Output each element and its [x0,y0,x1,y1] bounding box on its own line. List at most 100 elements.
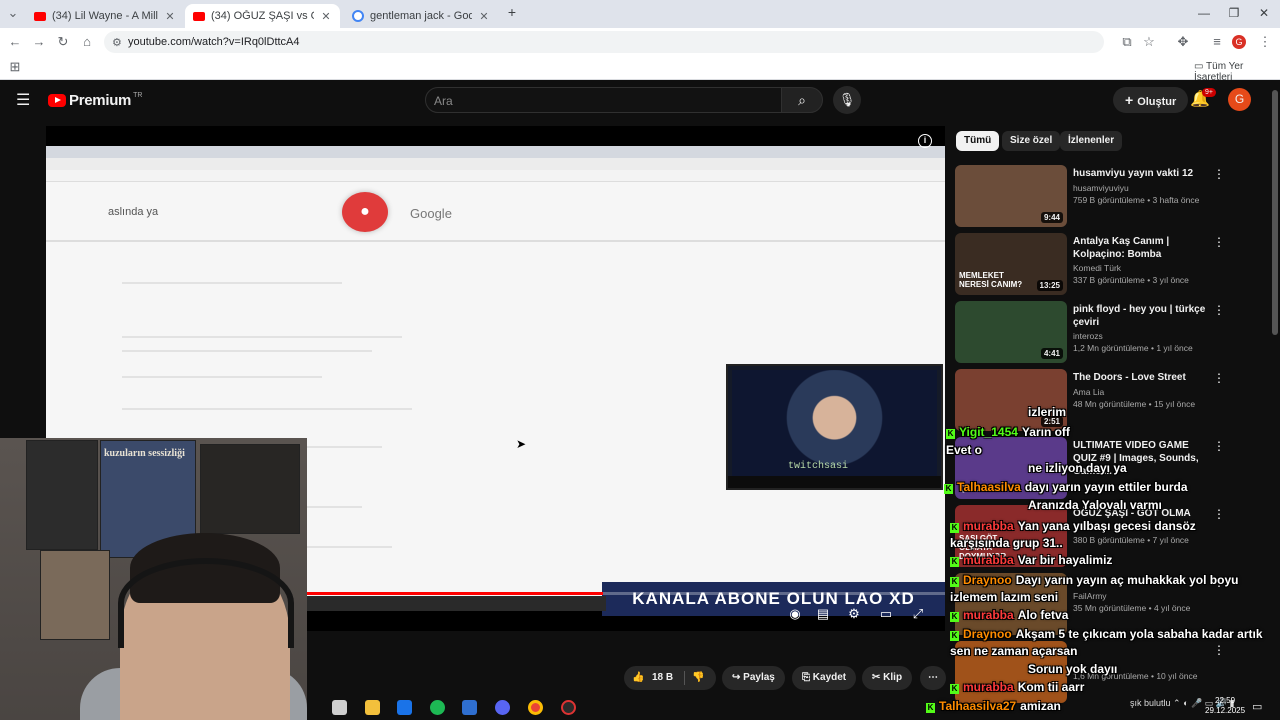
share-button[interactable]: ↪ Paylaş [722,666,785,690]
channel-name[interactable]: interozs [1073,331,1103,341]
video-title[interactable]: The Doors - Love Street [1073,371,1211,384]
browser-tab-3[interactable]: gentleman jack - Google'da Ara ✕ [344,4,498,28]
taskbar-app-icon[interactable] [462,700,477,715]
browser-tab-1[interactable]: (34) Lil Wayne - A Milli - YouTub ✕ [26,4,184,28]
video-title[interactable]: ULTIMATE VIDEO GAME QUIZ #9 | Images, So… [1073,439,1211,478]
search-icon: ⌕ [798,92,806,108]
video-menu-icon[interactable]: ⋮ [1213,303,1225,317]
recommended-video-card[interactable]: 9:44 husamviyu yayın vakti 12 husamviyuviy… [955,165,1275,227]
close-icon[interactable]: ✕ [320,10,332,23]
taskbar-chrome-icon[interactable] [528,700,543,715]
upload-age: 10 yıl önce [1156,671,1198,681]
close-window-button[interactable]: ✕ [1254,6,1274,20]
create-button[interactable]: + Oluştur [1113,87,1189,113]
close-icon[interactable]: ✕ [478,10,490,23]
video-meta: 1,2 Mn görüntüleme • 1 yıl önce [1073,343,1193,353]
video-menu-icon[interactable]: ⋮ [1213,507,1225,521]
scrollbar[interactable] [1272,90,1278,335]
menu-icon[interactable]: ⋮ [1256,34,1274,50]
recommended-video-card[interactable]: MEMLEKET NERESİ CANIM? 13:25 Antalya Kaş C… [955,233,1275,295]
chip-for-you[interactable]: Size özel [1002,131,1061,151]
video-menu-icon[interactable]: ⋮ [1213,235,1225,249]
more-actions-button[interactable]: ⋯ [920,666,946,690]
clip-button[interactable]: ✂ Klip [862,666,913,690]
account-avatar[interactable]: G [1228,88,1251,111]
video-menu-icon[interactable]: ⋮ [1213,167,1225,181]
home-icon[interactable]: ⌂ [78,34,96,49]
recommended-video-card[interactable]: 1,6 Mn görüntüleme • 10 yıl önce ⋮ [955,641,1275,703]
back-icon[interactable]: ← [6,34,24,49]
forward-icon[interactable]: → [30,34,48,49]
video-menu-icon[interactable]: ⋮ [1213,439,1225,453]
search-input[interactable]: Ara [425,87,782,113]
video-thumbnail[interactable]: MEMLEKET NERESİ CANIM? 13:25 [955,233,1067,295]
dislike-icon[interactable]: 👎 [692,666,704,690]
video-thumbnail[interactable]: 4:41 [955,301,1067,363]
taskbar-calculator-icon[interactable] [332,700,347,715]
channel-name[interactable]: FailArmy [1073,591,1107,601]
chip-watched[interactable]: İzlenenler [1060,131,1123,151]
minimize-button[interactable]: — [1194,6,1214,20]
youtube-logo[interactable]: Premium TR [48,92,142,109]
like-icon[interactable]: 👍 [632,666,644,690]
video-menu-icon[interactable]: ⋮ [1213,575,1225,589]
taskbar-folder-icon[interactable] [365,700,380,715]
address-bar[interactable]: ⚙ youtube.com/watch?v=IRq0lDttcA4 [104,31,1104,53]
channel-name[interactable]: husamviyuviyu [1073,183,1129,193]
video-thumbnail[interactable] [955,573,1067,635]
reading-list-icon[interactable]: ≡ [1208,34,1226,49]
video-title[interactable]: pink floyd - hey you | türkçe çeviri [1073,303,1211,329]
video-thumbnail[interactable]: 9:44 [955,165,1067,227]
video-title[interactable]: Antalya Kaş Canım | Kolpaçino: Bomba [1073,235,1211,261]
video-thumbnail[interactable]: QUIZ [955,437,1067,499]
taskbar-discord-icon[interactable] [495,700,510,715]
fullscreen-icon[interactable]: ⤢ [908,606,928,622]
extensions-icon[interactable]: ✥ [1174,34,1192,50]
video-menu-icon[interactable]: ⋮ [1213,371,1225,385]
taskbar-outlook-icon[interactable] [397,700,412,715]
video-title[interactable]: OĞUZ ŞAŞI - GOT OLMA [1073,507,1211,520]
channel-name[interactable]: Komedi Türk [1073,263,1121,273]
new-tab-button[interactable]: + [502,4,522,20]
video-title[interactable]: husamviyu yayın vakti 12 [1073,167,1211,180]
youtube-header: ☰ Premium TR Ara ⌕ 🎙 + Oluştur 🔔 9+ G [0,80,1280,120]
notification-center-icon[interactable]: ▭ [1252,700,1262,713]
channel-name[interactable]: Ama Lia [1073,387,1104,397]
theater-mode-icon[interactable]: ▭ [876,606,896,622]
profile-avatar[interactable]: G [1232,35,1246,49]
video-menu-icon[interactable]: ⋮ [1213,643,1225,657]
view-count: 48 Mn görüntüleme [1073,399,1147,409]
blurred-text [122,350,372,352]
recommended-video-card[interactable]: FailArmy 35 Mn görüntüleme • 4 yıl önce ⋮ [955,573,1275,635]
reload-icon[interactable]: ↻ [54,34,72,50]
save-button[interactable]: ⎘ Kaydet [792,666,857,690]
video-thumbnail[interactable] [955,641,1067,703]
apps-grid-icon[interactable]: ⊞ [6,59,24,75]
recommended-video-card[interactable]: 2:51 The Doors - Love Street Ama Lia 48 Mn … [955,369,1275,431]
subtitles-icon[interactable]: ▤ [813,606,833,622]
settings-gear-icon[interactable]: ⚙ [844,606,864,622]
recommended-video-card[interactable]: ŞAŞI GÖT OLMAYA DOYMUYOR OĞUZ ŞAŞI - GOT … [955,505,1275,567]
close-icon[interactable]: ✕ [164,10,176,23]
autoplay-toggle-icon[interactable]: ◉ [785,606,805,622]
like-count[interactable]: 18 B [652,666,673,690]
taskbar-spotify-icon[interactable] [430,700,445,715]
taskbar-app2-icon[interactable] [561,700,576,715]
tab-search-icon[interactable]: ⌄ [4,5,22,21]
bookmark-star-icon[interactable]: ☆ [1140,34,1158,50]
recommended-video-card[interactable]: 4:41 pink floyd - hey you | türkçe çeviri… [955,301,1275,363]
video-thumbnail[interactable]: 2:51 [955,369,1067,431]
chip-all[interactable]: Tümü [956,131,1000,151]
info-icon[interactable]: i [918,134,932,148]
system-clock[interactable]: 22:59 29.12.2025 [1205,696,1245,716]
site-info-icon[interactable]: ⚙ [112,36,122,49]
video-thumbnail[interactable]: ŞAŞI GÖT OLMAYA DOYMUYOR [955,505,1067,567]
hamburger-menu-icon[interactable]: ☰ [16,90,30,110]
recommended-video-card[interactable]: QUIZ ULTIMATE VIDEO GAME QUIZ #9 | Images… [955,437,1275,499]
maximize-button[interactable]: ❐ [1224,6,1244,20]
kick-badge-icon: K [944,484,953,494]
install-icon[interactable]: ⧉ [1118,34,1136,50]
search-button[interactable]: ⌕ [781,87,823,113]
browser-tab-2[interactable]: (34) OĞUZ ŞAŞI vs GOOGL... ✕ [185,4,340,28]
voice-search-button[interactable]: 🎙 [833,86,861,114]
